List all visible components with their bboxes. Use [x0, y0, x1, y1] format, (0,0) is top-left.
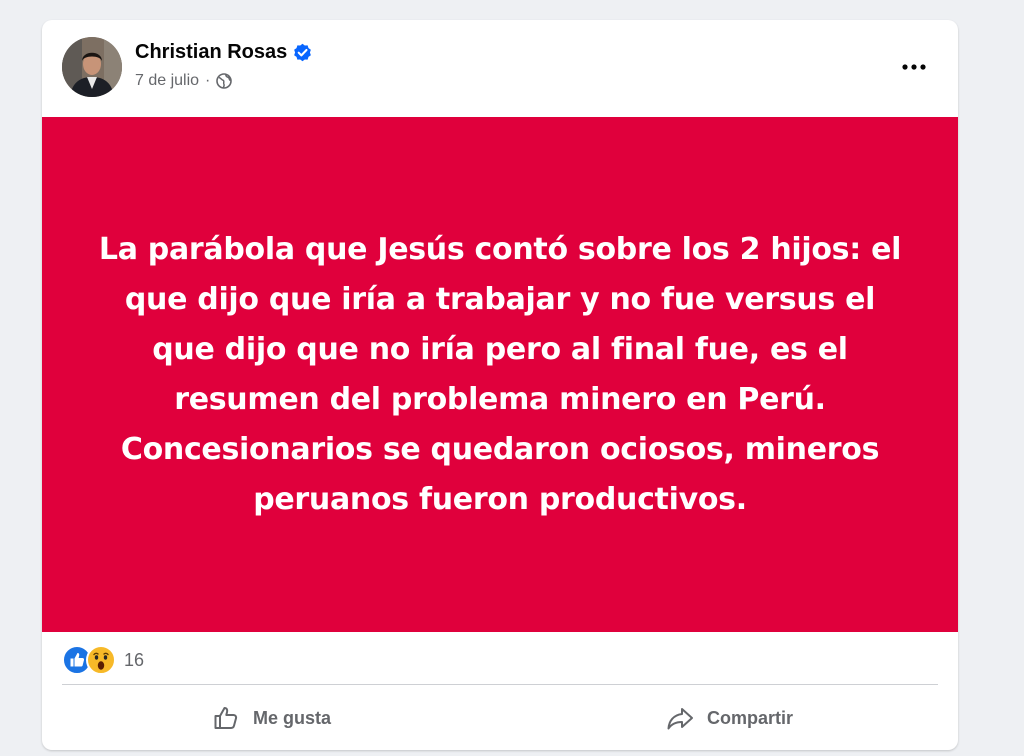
author-name[interactable]: Christian Rosas [135, 41, 287, 64]
avatar[interactable] [62, 37, 122, 97]
reaction-count: 16 [124, 649, 145, 670]
globe-icon[interactable] [216, 73, 233, 89]
post-text: La parábola que Jesús contó sobre los 2 … [98, 231, 902, 517]
post-date[interactable]: 7 de julio [135, 72, 199, 90]
more-dots-icon [902, 64, 926, 70]
like-button-label: Me gusta [252, 707, 331, 728]
meta-separator: · [205, 72, 211, 89]
more-options-button[interactable] [896, 54, 932, 80]
thumbs-up-icon [211, 703, 241, 733]
share-button[interactable]: Compartir [500, 690, 958, 746]
action-bar: Me gusta Compartir [42, 690, 958, 746]
verified-badge-icon [293, 43, 312, 62]
wow-reaction-icon [86, 645, 116, 675]
actions-divider [62, 684, 938, 685]
like-button[interactable]: Me gusta [42, 690, 500, 746]
share-arrow-icon [665, 703, 695, 733]
reactions-summary[interactable]: 16 [62, 645, 144, 675]
post-text-background[interactable]: La parábola que Jesús contó sobre los 2 … [42, 117, 958, 632]
author-name-row: Christian Rosas [135, 41, 312, 64]
post-meta: 7 de julio · [135, 72, 233, 90]
share-button-label: Compartir [706, 707, 793, 728]
avatar-photo [62, 37, 122, 97]
post-card: Christian Rosas 7 de julio · La parábola… [42, 20, 958, 750]
